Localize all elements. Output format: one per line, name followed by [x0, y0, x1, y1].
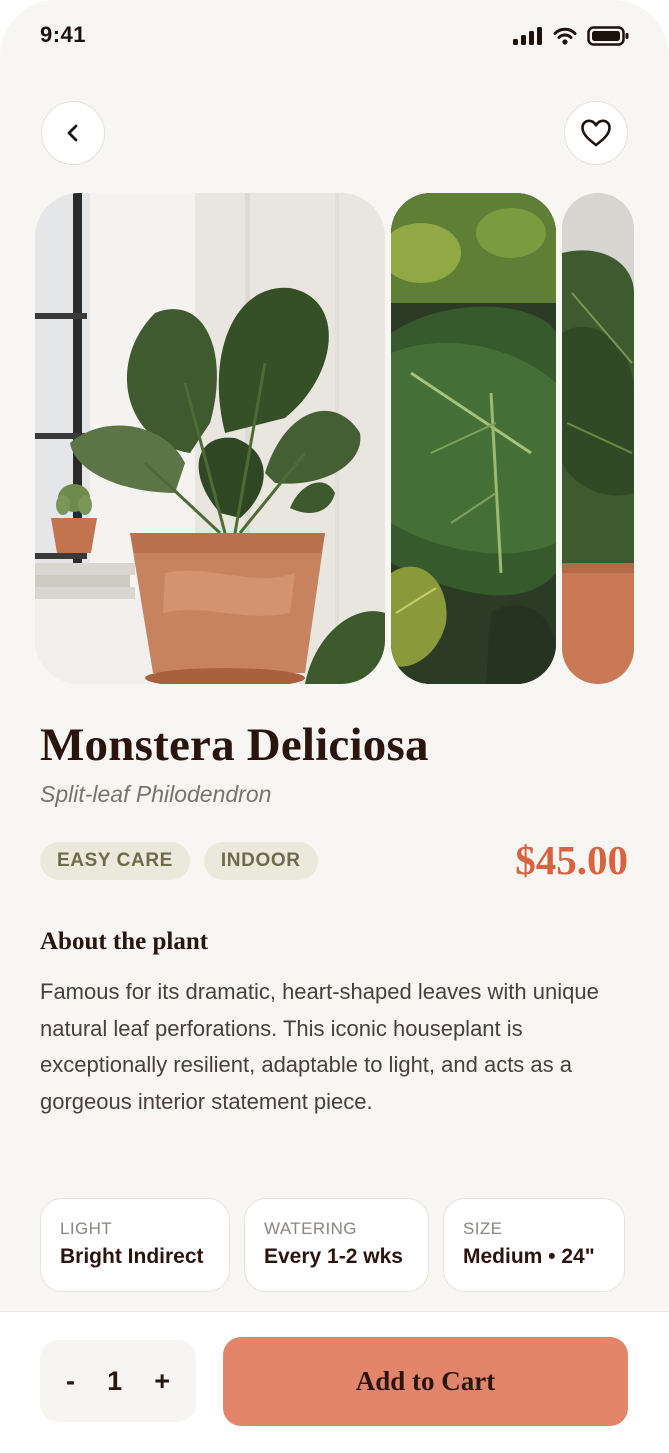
spec-card-light: LIGHT Bright Indirect — [40, 1198, 230, 1292]
gallery-photo-pot-side[interactable] — [562, 193, 634, 684]
battery-icon — [587, 26, 629, 46]
chevron-left-icon — [67, 124, 78, 142]
wifi-icon — [553, 27, 577, 45]
add-to-cart-label: Add to Cart — [355, 1366, 496, 1396]
about-description: Famous for its dramatic, heart-shaped le… — [40, 979, 599, 1114]
spec-card-size: SIZE Medium • 24" — [443, 1198, 625, 1292]
add-to-cart-button[interactable]: Add to Cart — [223, 1337, 628, 1426]
favorite-button[interactable] — [564, 101, 628, 165]
increment-button[interactable]: + — [154, 1366, 170, 1397]
heart-icon — [581, 119, 611, 147]
gallery-photo-potted-monstera[interactable] — [35, 193, 385, 684]
decrement-button[interactable]: - — [66, 1366, 75, 1397]
product-screen: 9:41 Monstera Deliciosa Split-leaf Philo… — [0, 0, 669, 1453]
tag-easy-care: EASY CARE — [40, 842, 190, 880]
product-subtitle: Split-leaf Philodendron — [40, 781, 272, 807]
quantity-value: 1 — [107, 1365, 123, 1396]
quantity-stepper: - 1 + — [40, 1340, 196, 1422]
product-price: $45.00 — [515, 837, 628, 883]
spec-label: SIZE — [463, 1219, 503, 1238]
spec-card-watering: WATERING Every 1-2 wks — [244, 1198, 429, 1292]
back-button[interactable] — [41, 101, 105, 165]
signal-icon — [513, 27, 542, 45]
photo-gallery[interactable] — [35, 193, 634, 684]
spec-label: LIGHT — [60, 1219, 113, 1238]
spec-value: Medium • 24" — [463, 1245, 595, 1268]
status-icons — [513, 26, 629, 46]
spec-value: Every 1-2 wks — [264, 1245, 403, 1268]
spec-cards: LIGHT Bright Indirect WATERING Every 1-2… — [40, 1198, 625, 1292]
tag-list: EASY CARE INDOOR — [40, 842, 318, 880]
gallery-photo-leaf-closeup[interactable] — [391, 193, 556, 684]
spec-label: WATERING — [264, 1219, 357, 1238]
about-heading: About the plant — [40, 928, 209, 955]
status-bar: 9:41 — [0, 0, 669, 72]
status-time: 9:41 — [40, 22, 87, 47]
spec-value: Bright Indirect — [60, 1245, 204, 1268]
product-title: Monstera Deliciosa — [40, 719, 429, 771]
bottom-action-bar: - 1 + Add to Cart — [0, 1311, 669, 1453]
tag-indoor: INDOOR — [203, 842, 318, 880]
